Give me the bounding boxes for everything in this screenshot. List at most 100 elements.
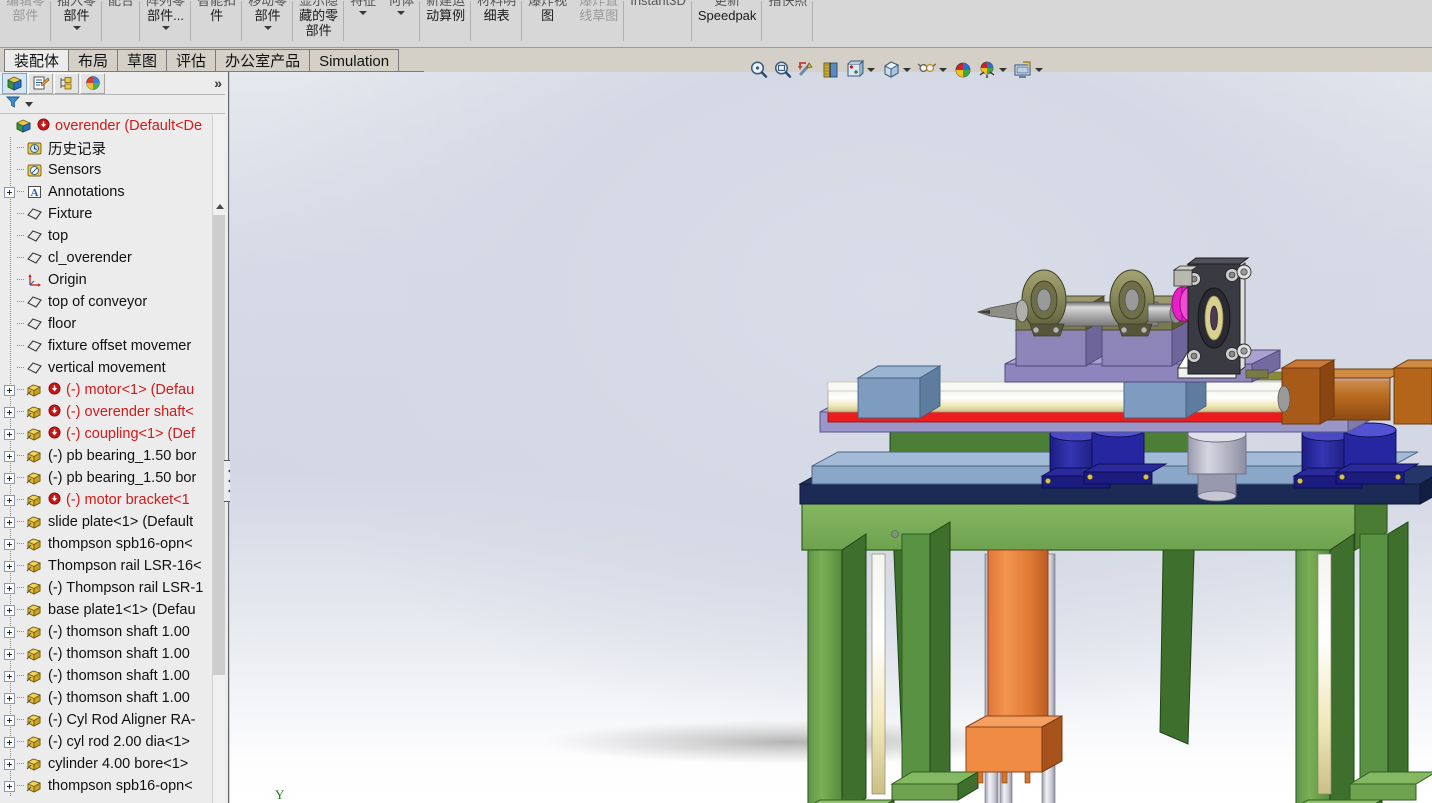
tab-评估[interactable]: 评估 [166,49,216,72]
ribbon-group-9[interactable]: 新建运动算例 [420,0,471,47]
chevron-down-icon[interactable] [903,68,911,72]
tree-item[interactable]: floor [0,313,212,335]
tree-item[interactable]: (-) thomson shaft 1.00 [0,665,212,687]
tree-item[interactable]: 历史记录 [0,137,212,159]
tree-expand-button[interactable] [4,385,15,396]
apply-scene-icon[interactable] [976,59,998,81]
tree-item[interactable]: thompson spb16-opn< [0,775,212,797]
edit-appearance-icon[interactable] [952,59,974,81]
tab-布局[interactable]: 布局 [68,49,118,72]
feature-tree[interactable]: overender (Default<De历史记录SensorsAAnnotat… [0,115,212,803]
tree-expand-button[interactable] [4,627,15,638]
display-manager-tab[interactable] [80,73,105,94]
tree-item[interactable]: (-) overender shaft< [0,401,212,423]
tree-item[interactable]: base plate1<1> (Defau [0,599,212,621]
tree-expand-button[interactable] [4,407,15,418]
zoom-to-area-icon[interactable] [772,59,794,81]
tree-scrollbar[interactable] [212,115,226,803]
tree-item[interactable]: (-) pb bearing_1.50 bor [0,445,212,467]
tree-filter-bar[interactable] [0,95,226,114]
view-orientation-icon[interactable] [844,59,866,81]
tree-expand-button[interactable] [4,693,15,704]
tree-expand-button[interactable] [4,781,15,792]
tree-expand-button[interactable] [4,539,15,550]
section-view-icon[interactable] [820,59,842,81]
ribbon-group-7[interactable]: 特征 [344,0,382,47]
tree-item[interactable]: (-) motor<1> (Defau [0,379,212,401]
ribbon-group-3[interactable]: 阵列零部件... [140,0,191,47]
tree-item[interactable]: (-) coupling<1> (Def [0,423,212,445]
tree-item[interactable]: vertical movement [0,357,212,379]
chevron-down-icon[interactable] [939,68,947,72]
property-manager-tab[interactable] [28,73,53,94]
ribbon-group-15[interactable]: 指快照 [762,0,813,47]
feature-manager-tab[interactable] [2,73,27,94]
display-style-icon[interactable] [880,59,902,81]
hide-show-items-icon[interactable] [916,59,938,81]
tree-item[interactable]: (-) thomson shaft 1.00 [0,643,212,665]
ribbon-group-13[interactable]: Instant3D [624,0,692,47]
tree-item[interactable]: slide plate<1> (Default [0,511,212,533]
tab-草图[interactable]: 草图 [117,49,167,72]
tree-item[interactable]: AAnnotations [0,181,212,203]
tree-expand-button[interactable] [4,759,15,770]
ribbon-group-5[interactable]: 移动零部件 [242,0,293,47]
tree-expand-button[interactable] [4,517,15,528]
chevron-down-icon[interactable] [359,11,367,15]
chevron-down-icon[interactable] [264,26,272,30]
tree-item[interactable]: top [0,225,212,247]
tree-expand-button[interactable] [4,473,15,484]
chevron-down-icon[interactable] [1035,68,1043,72]
tree-item[interactable]: (-) Cyl Rod Aligner RA- [0,709,212,731]
tree-expand-button[interactable] [4,561,15,572]
tree-item[interactable]: thompson spb16-opn< [0,533,212,555]
tree-expand-button[interactable] [4,187,15,198]
chevron-down-icon[interactable] [25,102,33,107]
ribbon-group-4[interactable]: 智能扣件 [191,0,242,47]
tree-expand-button[interactable] [4,649,15,660]
panel-splitter[interactable] [225,72,229,803]
tree-expand-button[interactable] [4,671,15,682]
chevron-down-icon[interactable] [999,68,1007,72]
tree-item[interactable]: Fixture [0,203,212,225]
ribbon-group-14[interactable]: 更新Speedpak [692,0,763,47]
assembly-3d-model[interactable] [230,72,1432,803]
chevron-down-icon[interactable] [162,26,170,30]
tab-装配体[interactable]: 装配体 [4,49,69,72]
zoom-to-fit-icon[interactable] [748,59,770,81]
tree-expand-button[interactable] [4,715,15,726]
expand-tabs-button[interactable]: » [214,75,220,91]
tree-expand-button[interactable] [4,429,15,440]
ribbon-group-6[interactable]: 显示隐藏的零部件 [293,0,344,47]
ribbon-group-11[interactable]: 爆炸视图 [522,0,573,47]
tree-item[interactable]: (-) thomson shaft 1.00 [0,687,212,709]
chevron-down-icon[interactable] [867,68,875,72]
previous-view-icon[interactable] [796,59,818,81]
ribbon-group-0[interactable]: 编辑零部件 [0,0,51,47]
tree-item[interactable]: (-) cyl rod 2.00 dia<1> [0,731,212,753]
tab-办公室产品[interactable]: 办公室产品 [215,49,310,72]
configuration-manager-tab[interactable] [54,73,79,94]
view-settings-icon[interactable] [1012,59,1034,81]
tree-item[interactable]: (-) motor bracket<1 [0,489,212,511]
tree-item[interactable]: fixture offset movemer [0,335,212,357]
ribbon-group-1[interactable]: 插入零部件 [51,0,102,47]
tree-expand-button[interactable] [4,451,15,462]
ribbon-group-8[interactable]: 何体 [382,0,420,47]
tree-item[interactable]: Origin [0,269,212,291]
tree-item[interactable]: Thompson rail LSR-16< [0,555,212,577]
tree-item[interactable]: (-) Thompson rail LSR-1 [0,577,212,599]
tree-expand-button[interactable] [4,605,15,616]
chevron-down-icon[interactable] [397,11,405,15]
ribbon-group-10[interactable]: 材料明细表 [471,0,522,47]
tree-item[interactable]: Sensors [0,159,212,181]
tree-expand-button[interactable] [4,495,15,506]
ribbon-group-2[interactable]: 配合 [102,0,140,47]
tree-item[interactable]: cylinder 4.00 bore<1> [0,753,212,775]
tree-item[interactable]: (-) thomson shaft 1.00 [0,621,212,643]
tree-expand-button[interactable] [4,737,15,748]
tree-item[interactable]: top of conveyor [0,291,212,313]
chevron-down-icon[interactable] [73,26,81,30]
tab-Simulation[interactable]: Simulation [309,49,399,72]
tree-expand-button[interactable] [4,583,15,594]
